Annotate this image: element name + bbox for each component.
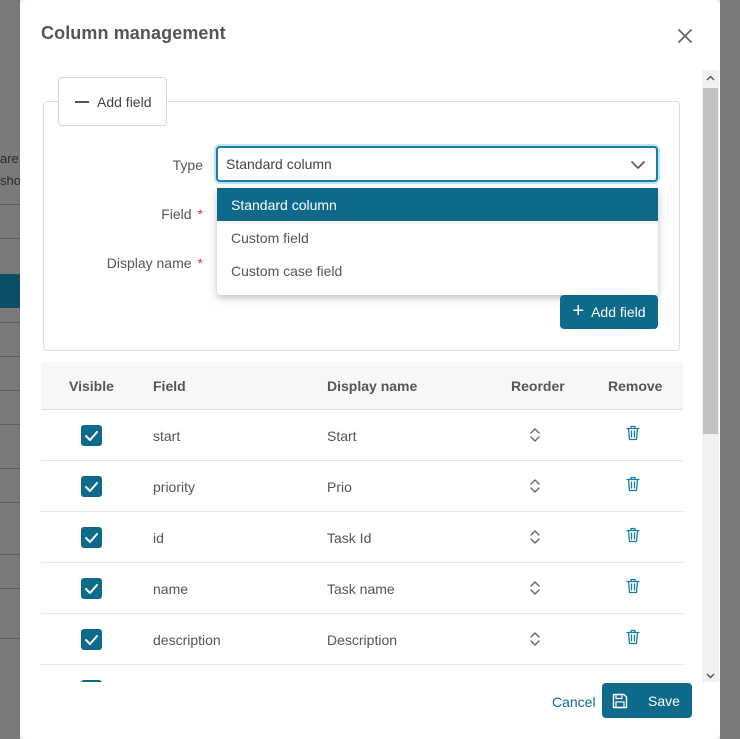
cancel-button[interactable]: Cancel <box>552 694 596 710</box>
modal-scrollbar[interactable] <box>702 70 719 684</box>
display-name-cell: Start <box>327 428 357 444</box>
scroll-up-arrow-icon[interactable] <box>702 70 719 87</box>
background-divider <box>0 468 20 469</box>
header-field: Field <box>153 378 186 394</box>
minus-icon <box>75 100 89 103</box>
table-row: name Task name <box>41 563 683 614</box>
trash-icon[interactable] <box>626 425 640 441</box>
column-management-modal: Column management Add field Type Field * … <box>20 0 720 739</box>
field-cell: start <box>153 428 181 444</box>
visible-checkbox[interactable] <box>81 527 102 548</box>
background-divider <box>0 322 20 323</box>
field-cell: name <box>153 581 189 597</box>
scrollbar-thumb[interactable] <box>703 88 718 434</box>
table-row: start Start <box>41 410 683 461</box>
background-divider <box>0 638 20 639</box>
visible-checkbox[interactable] <box>81 425 102 446</box>
add-field-button-label: Add field <box>591 304 646 320</box>
field-cell: id <box>153 530 164 546</box>
reorder-icon[interactable] <box>528 528 542 546</box>
plus-icon: + <box>572 300 585 322</box>
background-left-strip <box>0 0 20 739</box>
dropdown-option-standard-column[interactable]: Standard column <box>217 188 658 221</box>
background-search-button <box>0 274 20 308</box>
floppy-disk-icon <box>612 693 628 709</box>
reorder-icon[interactable] <box>528 579 542 597</box>
background-divider <box>0 424 20 425</box>
visible-checkbox[interactable] <box>81 578 102 599</box>
type-dropdown-menu: Standard column Custom field Custom case… <box>217 188 658 295</box>
field-cell: priority <box>153 479 196 495</box>
background-divider <box>0 356 20 357</box>
display-name-label-text: Display name <box>106 255 192 271</box>
modal-title: Column management <box>41 23 226 43</box>
close-icon[interactable] <box>674 25 696 47</box>
trash-icon[interactable] <box>626 527 640 543</box>
background-right-strip <box>720 0 740 739</box>
reorder-icon[interactable] <box>528 630 542 648</box>
visible-checkbox[interactable] <box>81 629 102 650</box>
table-header: Visible Field Display name Reorder Remov… <box>41 362 683 410</box>
background-divider <box>0 204 20 205</box>
trash-icon[interactable] <box>626 476 640 492</box>
modal-footer: Cancel Save <box>20 682 720 739</box>
background-divider <box>0 390 20 391</box>
background-text-fragment: sho <box>0 173 21 188</box>
collapse-add-field-button[interactable]: Add field <box>58 77 167 126</box>
background-divider <box>0 554 20 555</box>
type-select-value: Standard column <box>226 156 332 172</box>
table-row-partial <box>41 665 683 682</box>
type-label: Type <box>43 157 203 173</box>
background-divider <box>0 502 20 503</box>
header-display-name: Display name <box>327 378 418 394</box>
display-name-cell: Prio <box>327 479 352 495</box>
display-name-cell: Task Id <box>327 530 372 546</box>
dropdown-option-custom-field[interactable]: Custom field <box>217 221 658 254</box>
display-name-cell: Task name <box>327 581 395 597</box>
reorder-icon[interactable] <box>528 426 542 444</box>
table-row: description Description <box>41 614 683 665</box>
add-field-button[interactable]: + Add field <box>560 295 658 329</box>
field-label: Field * <box>43 206 203 222</box>
save-button-label: Save <box>648 692 680 709</box>
columns-table: Visible Field Display name Reorder Remov… <box>41 362 683 682</box>
required-marker: * <box>197 206 203 222</box>
save-button[interactable]: Save <box>602 683 692 718</box>
display-name-label: Display name * <box>43 255 203 271</box>
type-label-text: Type <box>172 157 203 173</box>
background-divider <box>0 238 20 239</box>
table-row: priority Prio <box>41 461 683 512</box>
reorder-icon[interactable] <box>528 477 542 495</box>
required-marker: * <box>197 255 203 271</box>
dropdown-option-custom-case-field[interactable]: Custom case field <box>217 254 658 287</box>
trash-icon[interactable] <box>626 629 640 645</box>
header-visible: Visible <box>69 378 114 394</box>
modal-body: Add field Type Field * Display name * Stan… <box>20 70 720 682</box>
legend-label: Add field <box>97 93 152 110</box>
visible-checkbox[interactable] <box>81 476 102 497</box>
field-cell: description <box>153 632 221 648</box>
chevron-down-icon <box>630 157 646 173</box>
background-text-fragment: are <box>0 151 19 166</box>
field-label-text: Field <box>161 206 192 222</box>
trash-icon[interactable] <box>626 578 640 594</box>
display-name-cell: Description <box>327 632 398 648</box>
background-divider <box>0 588 20 589</box>
table-row: id Task Id <box>41 512 683 563</box>
type-select[interactable]: Standard column <box>216 146 658 182</box>
header-reorder: Reorder <box>511 378 565 394</box>
header-remove: Remove <box>608 378 663 394</box>
